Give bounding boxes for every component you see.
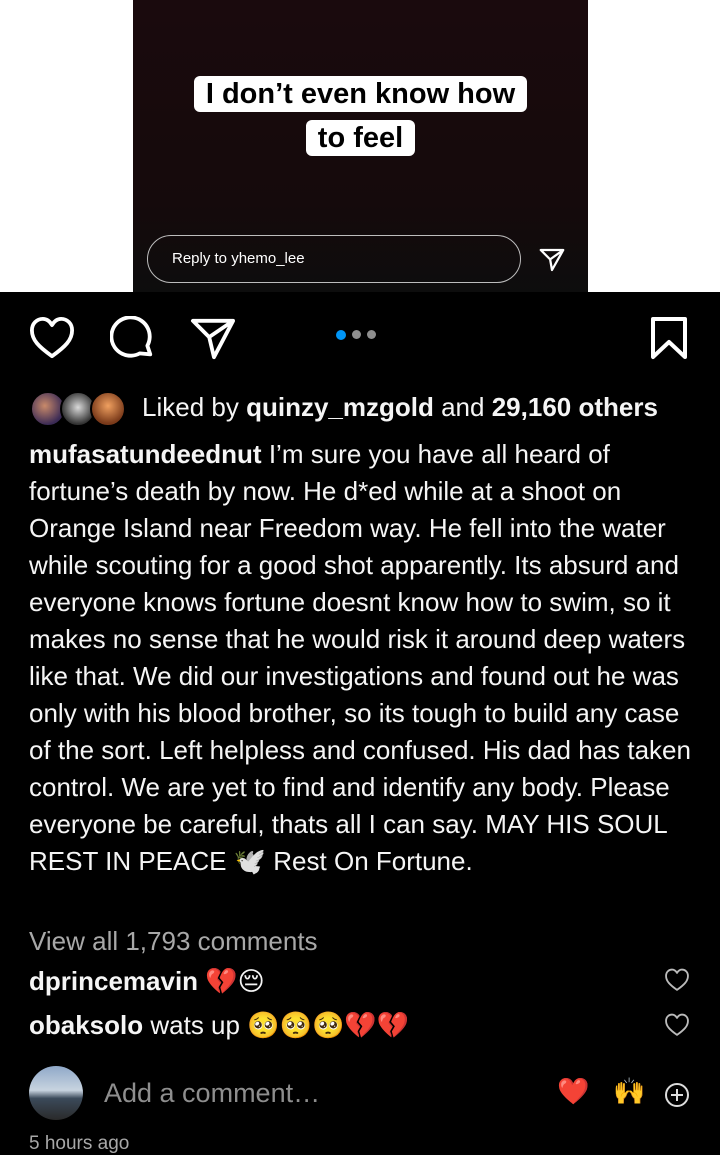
carousel-indicator	[336, 329, 376, 340]
send-icon	[539, 248, 565, 272]
comment-icon[interactable]	[110, 316, 156, 362]
add-comment-input[interactable]: Add a comment…	[104, 1078, 320, 1109]
carousel-dot	[352, 330, 361, 339]
view-all-comments-link[interactable]: View all 1,793 comments	[29, 926, 318, 957]
avatar	[90, 391, 126, 427]
story-caption-line1: I don’t even know how	[193, 76, 528, 112]
comment-user[interactable]: obaksolo	[29, 1010, 143, 1040]
story-frame: I don’t even know how to feel Reply to y…	[133, 0, 588, 292]
comment-like-heart-icon[interactable]	[664, 968, 690, 992]
carousel-dot	[367, 330, 376, 339]
comment-user[interactable]: dprincemavin	[29, 966, 198, 996]
story-caption: I don’t even know how to feel	[133, 72, 588, 160]
caption-text: I’m sure you have all heard of fortune’s…	[29, 439, 691, 876]
bookmark-icon[interactable]	[650, 316, 688, 360]
comment-composer: Add a comment… ❤️ 🙌	[0, 1064, 720, 1124]
current-user-avatar	[29, 1066, 83, 1120]
post-caption: mufasatundeednut I’m sure you have all h…	[29, 436, 699, 880]
liker-avatars	[30, 389, 130, 427]
quick-reaction-raised-hands[interactable]: 🙌	[613, 1076, 645, 1107]
post-media[interactable]: I don’t even know how to feel Reply to y…	[0, 0, 720, 292]
comment-like-heart-icon[interactable]	[664, 1013, 690, 1037]
comment-text: 💔😔	[205, 966, 265, 996]
liked-by-prefix: Liked by	[142, 391, 239, 422]
likes-count[interactable]: 29,160 others	[492, 392, 658, 422]
comment-text: wats up 🥺🥺🥺💔💔	[150, 1010, 410, 1040]
carousel-dot-active	[336, 329, 346, 340]
quick-reaction-heart[interactable]: ❤️	[557, 1076, 589, 1107]
likes-text: Liked by quinzy_mzgold and 29,160 others	[142, 392, 658, 423]
liked-by-user[interactable]: quinzy_mzgold	[246, 392, 434, 422]
post-timestamp: 5 hours ago	[29, 1133, 130, 1154]
story-reply-input: Reply to yhemo_lee	[147, 235, 521, 283]
heart-icon[interactable]	[29, 316, 75, 360]
comment-item: dprincemavin 💔😔	[29, 966, 265, 997]
share-icon[interactable]	[190, 317, 236, 361]
liked-and: and	[441, 391, 485, 422]
likes-row[interactable]: Liked by quinzy_mzgold and 29,160 others	[30, 388, 658, 427]
comment-item: obaksolo wats up 🥺🥺🥺💔💔	[29, 1010, 409, 1041]
story-caption-line2: to feel	[305, 120, 416, 156]
post-author[interactable]: mufasatundeednut	[29, 439, 262, 469]
plus-circle-icon[interactable]	[664, 1082, 690, 1108]
